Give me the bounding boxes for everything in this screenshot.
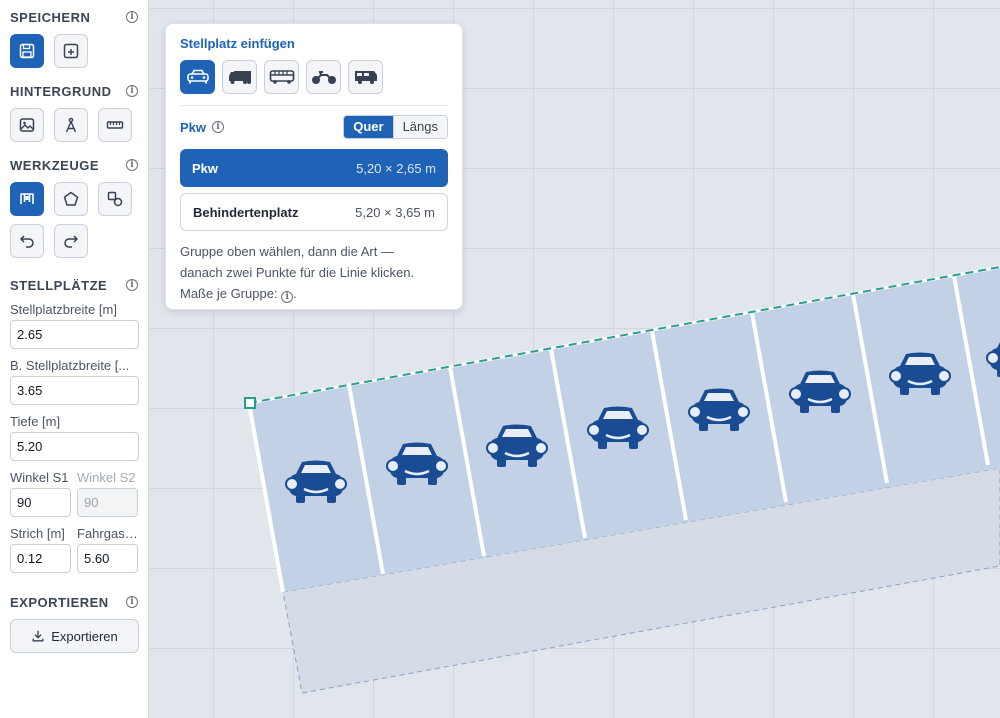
tools-section-title: WERKZEUGE xyxy=(10,157,99,173)
insert-space-popup: Stellplatz einfügen Pkw i Quer Längs Pkw… xyxy=(165,23,463,310)
polygon-icon xyxy=(63,191,79,206)
space-type-option[interactable]: Pkw 5,20 × 2,65 m xyxy=(180,149,448,187)
aisle-label: Fahrgasse xyxy=(77,526,138,541)
option-name: Behindertenplatz xyxy=(193,204,299,220)
aisle-input[interactable]: 5.60 xyxy=(77,544,138,573)
anchor-handle[interactable] xyxy=(244,397,256,409)
angle-s2-label: Winkel S2 xyxy=(77,470,136,485)
space-type-option[interactable]: Behindertenplatz 5,20 × 3,65 m xyxy=(180,193,448,231)
vehicle-truck-button[interactable] xyxy=(222,60,257,94)
vehicle-type-row xyxy=(180,60,448,106)
save-section-header: SPEICHERN i xyxy=(10,8,138,26)
save-as-button[interactable] xyxy=(54,34,88,68)
save-button[interactable] xyxy=(10,34,44,68)
background-section-header: HINTERGRUND i xyxy=(10,82,138,100)
help-text: Gruppe oben wählen, dann die Art — danac… xyxy=(180,241,448,304)
compass-icon xyxy=(65,117,77,133)
redo-icon xyxy=(64,235,78,248)
tools-section-header: WERKZEUGE i xyxy=(10,156,138,174)
help-line: Gruppe oben wählen, dann die Art — xyxy=(180,244,394,259)
info-icon[interactable]: i xyxy=(126,11,138,23)
motorcycle-icon xyxy=(311,71,336,84)
background-image-button[interactable] xyxy=(10,108,44,142)
export-section-title: EXPORTIEREN xyxy=(10,594,109,610)
download-icon xyxy=(32,630,44,642)
sidebar: SPEICHERN i HINTERGRUND i WERKZEUGE i ST… xyxy=(0,0,149,718)
orientation-toggle: Quer Längs xyxy=(343,115,448,139)
polygon-tool-button[interactable] xyxy=(54,182,88,216)
vehicle-car-button[interactable] xyxy=(180,60,215,94)
depth-input[interactable]: 5.20 xyxy=(10,432,139,461)
export-section-header: EXPORTIEREN i xyxy=(10,593,138,611)
calibrate-button[interactable] xyxy=(54,108,88,142)
disabled-width-input[interactable]: 3.65 xyxy=(10,376,139,405)
popup-title: Stellplatz einfügen xyxy=(180,36,295,51)
angle-s1-input[interactable]: 90 xyxy=(10,488,71,517)
vehicle-bus-button[interactable] xyxy=(264,60,299,94)
help-line-text: Maße je Gruppe: xyxy=(180,286,278,301)
orientation-quer-button[interactable]: Quer xyxy=(344,116,393,138)
help-line-end: . xyxy=(293,286,297,301)
disabled-width-label: B. Stellplatzbreite [... xyxy=(10,358,130,373)
image-icon xyxy=(19,118,35,132)
info-icon[interactable]: i xyxy=(126,159,138,171)
camper-icon xyxy=(354,71,377,84)
save-as-icon xyxy=(63,43,79,59)
export-button-label: Exportieren xyxy=(51,628,118,644)
info-icon[interactable]: i xyxy=(212,121,225,133)
parking-row-tool-button[interactable] xyxy=(10,182,44,216)
info-icon[interactable]: i xyxy=(126,85,138,97)
option-dimensions: 5,20 × 3,65 m xyxy=(355,204,435,220)
line-width-label: Strich [m] xyxy=(10,526,65,541)
line-width-input[interactable]: 0.12 xyxy=(10,544,71,573)
angle-s1-label: Winkel S1 xyxy=(10,470,69,485)
vehicle-motorcycle-button[interactable] xyxy=(306,60,341,94)
undo-icon xyxy=(20,235,34,248)
info-icon[interactable]: i xyxy=(126,596,138,608)
bus-icon xyxy=(269,70,294,84)
export-button[interactable]: Exportieren xyxy=(10,619,139,653)
parking-row-icon xyxy=(20,193,34,204)
undo-button[interactable] xyxy=(10,224,44,258)
orientation-laengs-button[interactable]: Längs xyxy=(392,116,447,138)
space-width-label: Stellplatzbreite [m] xyxy=(10,302,117,317)
redo-button[interactable] xyxy=(54,224,88,258)
background-section-title: HINTERGRUND xyxy=(10,83,112,99)
vehicle-camper-button[interactable] xyxy=(348,60,383,94)
spaces-section-title: STELLPLÄTZE xyxy=(10,277,108,293)
group-label: Pkw xyxy=(180,119,207,135)
car-icon xyxy=(186,69,209,84)
save-section-title: SPEICHERN xyxy=(10,9,91,25)
angle-s2-input: 90 xyxy=(77,488,138,517)
info-icon[interactable]: i xyxy=(126,279,138,291)
shapes-icon xyxy=(107,191,123,207)
ruler-icon xyxy=(106,121,124,129)
option-dimensions: 5,20 × 2,65 m xyxy=(356,160,436,176)
help-line: danach zwei Punkte für die Linie klicken… xyxy=(180,265,415,280)
save-icon xyxy=(19,43,35,59)
truck-icon xyxy=(228,71,251,84)
scale-button[interactable] xyxy=(98,108,132,142)
shapes-tool-button[interactable] xyxy=(98,182,132,216)
info-icon[interactable]: i xyxy=(281,291,294,303)
depth-label: Tiefe [m] xyxy=(10,414,61,429)
help-line: Maße je Gruppe: i. xyxy=(180,283,448,304)
spaces-section-header: STELLPLÄTZE i xyxy=(10,276,138,294)
option-name: Pkw xyxy=(192,160,219,176)
space-width-input[interactable]: 2.65 xyxy=(10,320,139,349)
